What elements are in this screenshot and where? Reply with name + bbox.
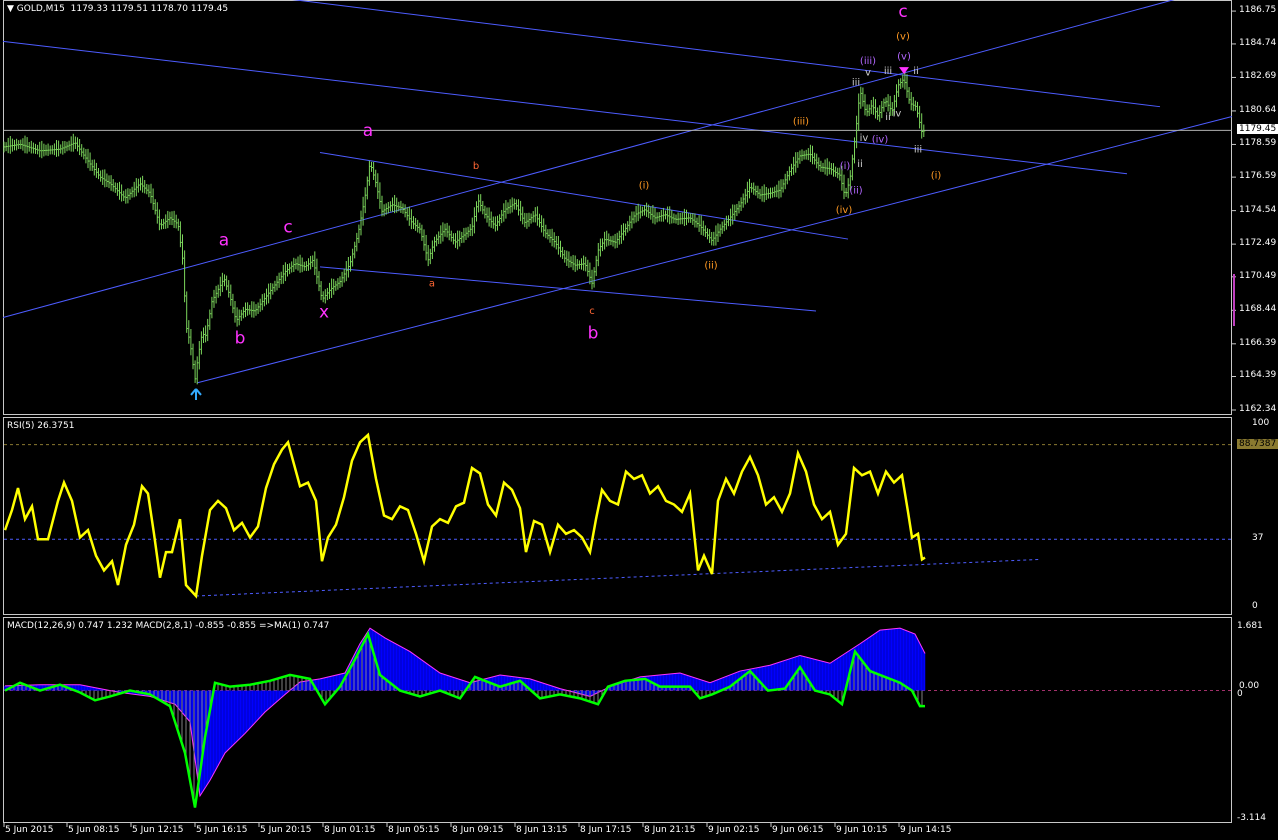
macd-tick-label: 1.681	[1237, 621, 1263, 631]
price-tick-label: 1170.49	[1239, 270, 1277, 281]
time-tick-label: 9 Jun 02:15	[708, 825, 760, 835]
time-tick-label: 5 Jun 16:15	[196, 825, 248, 835]
time-tick-label: 5 Jun 08:15	[68, 825, 120, 835]
macd-pane[interactable]: MACD(12,26,9) 0.747 1.232 MACD(2,8,1) -0…	[3, 617, 1232, 823]
macd-axis: 1.681 0.00 0 -3.114	[1232, 617, 1278, 823]
price-tick-label: 1164.39	[1239, 370, 1277, 381]
time-axis: 5 Jun 2015 5 Jun 08:15 5 Jun 12:15 5 Jun 16…	[0, 823, 1232, 840]
price-tick-label: 1174.54	[1239, 204, 1277, 215]
rsi-axis: 100 37 0 88.7387	[1232, 417, 1278, 615]
rsi-tick-label: 0	[1252, 601, 1258, 611]
price-tick-label: 1176.59	[1239, 171, 1277, 182]
time-tick-label: 8 Jun 05:15	[388, 825, 440, 835]
time-tick-label: 8 Jun 13:15	[516, 825, 568, 835]
price-tick-label: 1184.74	[1239, 37, 1277, 48]
time-tick-label: 5 Jun 20:15	[260, 825, 312, 835]
macd-tick-label: -3.114	[1237, 813, 1267, 823]
ohlc-values: 1179.33 1179.51 1178.70 1179.45	[70, 4, 229, 14]
time-tick-label: 9 Jun 06:15	[772, 825, 824, 835]
rsi-pane[interactable]: RSI(5) 26.3751	[3, 417, 1232, 615]
time-tick-label: 8 Jun 21:15	[644, 825, 696, 835]
price-tick-label: 1172.49	[1239, 238, 1277, 249]
time-tick-label: 8 Jun 17:15	[580, 825, 632, 835]
time-tick-label: 9 Jun 14:15	[900, 825, 952, 835]
symbol-label: GOLD,M15	[16, 4, 65, 14]
rsi-tick-label: 100	[1252, 418, 1270, 428]
current-price-label: 1179.45	[1237, 124, 1278, 135]
rsi-marker-label: 88.7387	[1237, 438, 1278, 449]
rsi-title: RSI(5) 26.3751	[7, 421, 75, 431]
dropdown-arrow-icon[interactable]: ▼	[7, 4, 17, 14]
time-tick-label: 5 Jun 2015	[5, 825, 54, 835]
time-tick-label: 5 Jun 12:15	[132, 825, 184, 835]
rsi-tick-label: 37	[1252, 533, 1264, 544]
macd-tick-label: 0	[1237, 688, 1243, 699]
price-tick-label: 1182.69	[1239, 71, 1277, 82]
macd-title: MACD(12,26,9) 0.747 1.232 MACD(2,8,1) -0…	[7, 621, 330, 631]
price-tick-label: 1166.39	[1239, 337, 1277, 348]
time-tick-label: 9 Jun 10:15	[836, 825, 888, 835]
time-tick-label: 8 Jun 09:15	[452, 825, 504, 835]
time-tick-label: 8 Jun 01:15	[324, 825, 376, 835]
price-axis: 1186.75 1184.74 1182.69 1180.64 1178.59 1176.…	[1232, 0, 1278, 415]
price-tick-label: 1178.59	[1239, 138, 1277, 149]
price-tick-label: 1186.75	[1239, 5, 1277, 16]
scroll-marker[interactable]	[1233, 274, 1235, 326]
price-tick-label: 1162.34	[1239, 404, 1277, 414]
price-chart-pane[interactable]: ▼ GOLD,M15 1179.33 1179.51 1178.70 1179.…	[3, 0, 1232, 415]
chart-header: ▼ GOLD,M15 1179.33 1179.51 1178.70 1179.…	[7, 4, 228, 14]
price-tick-label: 1180.64	[1239, 104, 1277, 115]
price-tick-label: 1168.44	[1239, 304, 1277, 315]
